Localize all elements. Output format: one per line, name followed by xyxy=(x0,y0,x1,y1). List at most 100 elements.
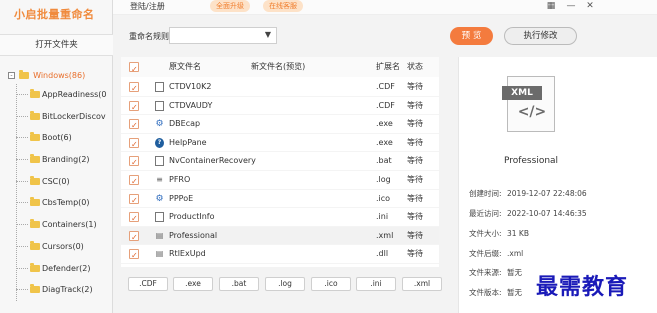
file-table: 原文件名 新文件名(预览) 扩展名 状态 CTDV10K2.CDF等待CTDVA… xyxy=(121,57,439,267)
table-row[interactable]: ▤ Professional .xml 等待 xyxy=(121,226,439,247)
row-checkbox[interactable] xyxy=(129,136,139,154)
table-row[interactable]: ≡ PFRO .log 等待 xyxy=(121,171,439,192)
ext-chip[interactable]: .log xyxy=(265,277,305,291)
tree-item-label: CSC(0) xyxy=(42,176,70,186)
ext-chip[interactable]: .ini xyxy=(356,277,396,291)
open-folder-button[interactable]: 打开文件夹 xyxy=(0,34,113,56)
selected-file-name: Professional xyxy=(503,156,559,166)
select-all-checkbox[interactable] xyxy=(129,60,139,80)
tree-item[interactable]: Boot(6) xyxy=(8,127,112,149)
watermark: 最需教育 xyxy=(536,274,629,300)
upgrade-badge[interactable]: 全面升级 xyxy=(210,0,250,12)
text-file-icon: ≡ xyxy=(156,175,163,184)
status: 等待 xyxy=(407,230,423,240)
extension: .exe xyxy=(376,119,393,129)
row-checkbox[interactable] xyxy=(129,229,139,247)
extension: .CDF xyxy=(376,100,395,110)
row-checkbox[interactable] xyxy=(129,192,139,210)
row-checkbox[interactable] xyxy=(129,117,139,136)
preview-button[interactable]: 预 览 xyxy=(450,27,493,45)
tree-item[interactable]: CSC(0) xyxy=(8,171,112,193)
document-icon xyxy=(155,156,164,167)
toolbar: 重命名规则 ▼ 预 览 执行修改 xyxy=(113,16,657,56)
original-name: Professional xyxy=(169,230,218,240)
tree-item[interactable]: Cursors(0) xyxy=(8,236,112,258)
table-row[interactable]: CTDVAUDY .CDF 等待 xyxy=(121,97,439,117)
status: 等待 xyxy=(407,82,423,91)
tree-item[interactable]: Defender(2) xyxy=(8,258,112,280)
row-checkbox[interactable] xyxy=(129,210,139,229)
row-checkbox[interactable] xyxy=(129,99,139,117)
tree-item-label: Branding(2) xyxy=(42,155,90,165)
detail-accessed: 最近访问: 2022-10-07 14:46:35 xyxy=(469,209,587,218)
tree-item-label: Defender(2) xyxy=(42,263,91,273)
gear-icon: ⚙ xyxy=(155,119,164,130)
extension: .xml xyxy=(376,230,394,240)
chevron-down-icon: ▼ xyxy=(264,30,271,39)
folder-icon xyxy=(30,110,40,120)
row-checkbox[interactable] xyxy=(129,247,139,266)
document-icon xyxy=(155,82,164,92)
table-row[interactable]: ⚙ DBEcap .exe 等待 xyxy=(121,115,439,136)
original-name: HelpPane xyxy=(169,137,207,147)
close-icon[interactable]: ✕ xyxy=(584,0,596,12)
ext-chip[interactable]: .exe xyxy=(173,277,213,291)
login-link[interactable]: 登陆/注册 xyxy=(130,1,165,12)
extension: .bat xyxy=(376,156,392,166)
tree-children: AppReadiness(0 BitLockerDiscov Boot(6) B… xyxy=(8,84,112,301)
row-checkbox[interactable] xyxy=(129,80,139,99)
xml-tag-label: XML xyxy=(502,86,542,100)
detail-size: 文件大小: 31 KB xyxy=(469,229,529,238)
tree-item[interactable]: AppReadiness(0 xyxy=(8,84,112,106)
header-original-name: 原文件名 xyxy=(169,62,201,71)
ext-chip[interactable]: .bat xyxy=(219,277,259,291)
collapse-toggle-icon[interactable]: - xyxy=(8,72,15,79)
support-badge[interactable]: 在线客服 xyxy=(263,0,303,12)
tree-item[interactable]: CbsTemp(0) xyxy=(8,192,112,214)
tree-item[interactable]: DiagTrack(2) xyxy=(8,279,112,301)
tree-item[interactable]: Containers(1) xyxy=(8,214,112,236)
ext-chip[interactable]: .ico xyxy=(311,277,351,291)
original-name: PPPoE xyxy=(169,193,194,203)
grid-icon[interactable]: ▦ xyxy=(545,0,557,12)
tree-item-label: Cursors(0) xyxy=(42,241,84,251)
execute-button[interactable]: 执行修改 xyxy=(504,27,577,45)
status: 等待 xyxy=(407,137,423,147)
extension-filter-bar: .CDF .exe .bat .log .ico .ini .xml xyxy=(121,277,451,313)
folder-icon xyxy=(30,219,40,229)
title-bar: 登陆/注册 全面升级 在线客服 ▦ — ✕ xyxy=(113,0,657,15)
extension: .CDF xyxy=(376,82,395,91)
table-row[interactable]: ? HelpPane .exe 等待 xyxy=(121,134,439,154)
extension: .dll xyxy=(376,249,389,259)
table-row[interactable]: ⚙ PPPoE .ico 等待 xyxy=(121,190,439,210)
original-name: RtlExUpd xyxy=(169,249,206,259)
detail-source: 文件来源: 暂无 xyxy=(469,268,522,277)
folder-icon xyxy=(30,132,40,142)
header-new-name: 新文件名(预览) xyxy=(251,62,306,71)
tree-root-label: Windows(86) xyxy=(33,71,86,80)
folder-icon xyxy=(30,284,40,294)
extension: .ini xyxy=(376,212,389,222)
ext-chip[interactable]: .CDF xyxy=(128,277,168,291)
table-row[interactable]: ▤ RtlExUpd .dll 等待 xyxy=(121,245,439,266)
extension: .ico xyxy=(376,193,391,203)
original-name: CTDV10K2 xyxy=(169,82,212,91)
row-checkbox[interactable] xyxy=(129,154,139,173)
tree-item[interactable]: BitLockerDiscov xyxy=(8,106,112,128)
tree-item[interactable]: Branding(2) xyxy=(8,149,112,171)
folder-icon xyxy=(30,197,40,207)
table-row[interactable]: NvContainerRecovery .bat 等待 xyxy=(121,152,439,173)
ext-chip[interactable]: .xml xyxy=(402,277,442,291)
table-row[interactable]: ProductInfo .ini 等待 xyxy=(121,208,439,229)
rename-rule-select[interactable]: ▼ xyxy=(169,27,277,44)
folder-icon xyxy=(30,262,40,272)
minimize-icon[interactable]: — xyxy=(565,0,577,12)
row-checkbox[interactable] xyxy=(129,173,139,192)
dll-file-icon: ▤ xyxy=(155,249,164,259)
document-icon xyxy=(155,100,164,111)
status: 等待 xyxy=(407,119,423,129)
tree-root-windows[interactable]: - Windows(86) xyxy=(8,68,112,84)
extension: .exe xyxy=(376,137,393,147)
table-row[interactable]: CTDV10K2 .CDF 等待 xyxy=(121,78,439,99)
xml-file-icon: ▤ xyxy=(155,230,164,240)
